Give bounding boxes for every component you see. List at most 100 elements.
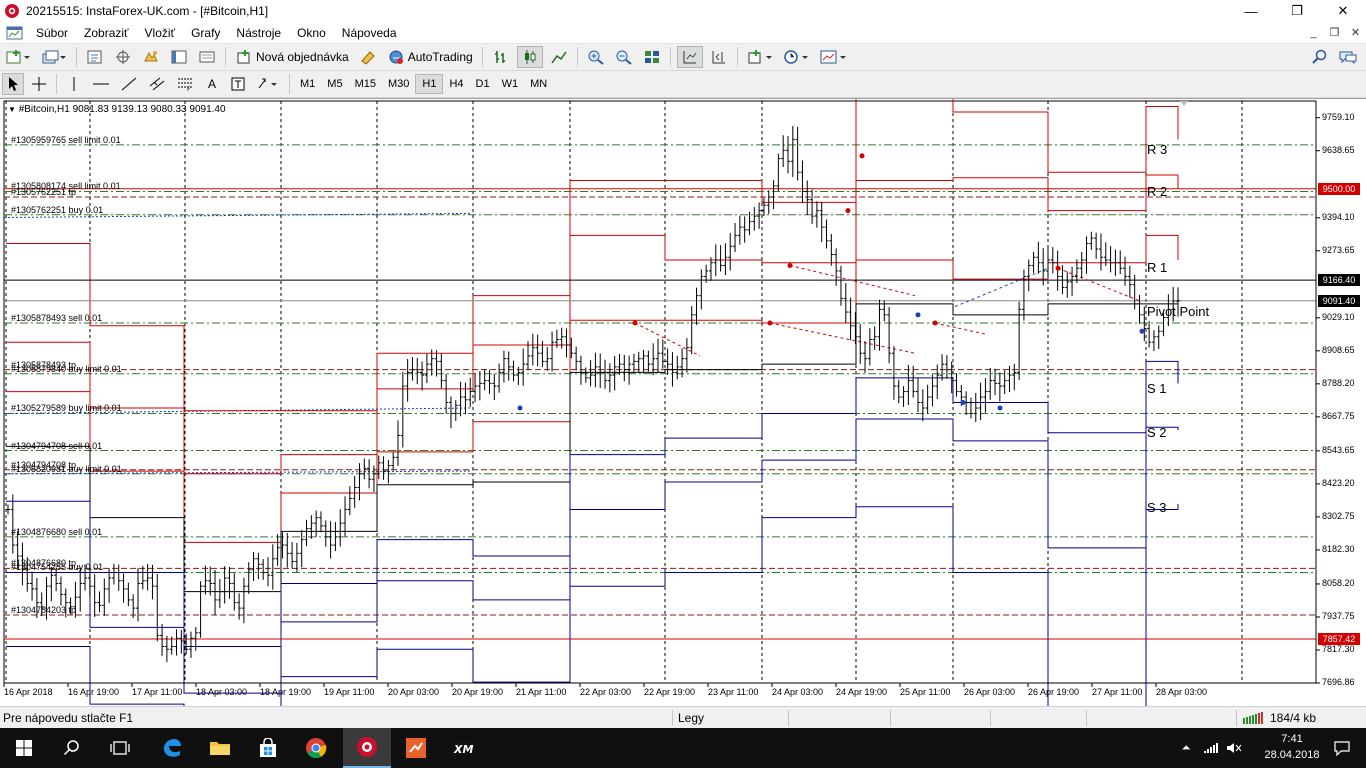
- timeframe-m30[interactable]: M30: [382, 74, 415, 94]
- text-label-tool[interactable]: [227, 73, 249, 95]
- cursor-tool[interactable]: [2, 73, 24, 95]
- timeframe-w1[interactable]: W1: [496, 74, 525, 94]
- instaforex-taskbar-button[interactable]: [343, 728, 391, 768]
- menu-view[interactable]: Zobraziť: [76, 22, 137, 44]
- navigator-button[interactable]: [139, 46, 163, 68]
- search-taskbar-button[interactable]: [48, 728, 96, 768]
- equidistant-channel-tool[interactable]: [145, 73, 169, 95]
- chart-window-icon[interactable]: [6, 25, 24, 41]
- x-tick-label-15: 26 Apr 03:00: [964, 687, 1016, 697]
- candlestick-button[interactable]: [516, 46, 543, 68]
- chart-info-line: ▼ #Bitcoin,H1 9081.83 9139.13 9080.33 90…: [8, 104, 226, 115]
- profiles-button[interactable]: [38, 46, 70, 68]
- timeframe-h4[interactable]: H4: [443, 74, 469, 94]
- new-order-button[interactable]: Nová objednávka: [232, 46, 352, 68]
- taskbar-clock[interactable]: 7:41 28.04.2018: [1262, 731, 1322, 763]
- auto-scroll-button[interactable]: [676, 46, 703, 68]
- fibonacci-tool[interactable]: F: [173, 73, 197, 95]
- order-label-6[interactable]: #1305879840 buy limit 0.01: [11, 364, 122, 374]
- chat-button[interactable]: [1336, 46, 1360, 68]
- order-label-7[interactable]: #1305279589 buy limit 0.01: [11, 403, 122, 413]
- line-chart-icon: [551, 51, 567, 64]
- bar-chart-button[interactable]: [489, 46, 513, 68]
- timeframe-m5[interactable]: M5: [321, 74, 348, 94]
- zoom-out-icon: [616, 50, 632, 65]
- menu-file[interactable]: Súbor: [28, 22, 76, 44]
- child-minimize-button[interactable]: _: [1303, 22, 1324, 44]
- market-watch-button[interactable]: [83, 46, 107, 68]
- menu-insert[interactable]: Vložiť: [137, 22, 184, 44]
- chart-shift-button[interactable]: [707, 46, 731, 68]
- search-button[interactable]: [1308, 46, 1332, 68]
- minimize-button[interactable]: —: [1228, 0, 1274, 22]
- chrome-taskbar-button[interactable]: [292, 728, 340, 768]
- y-tick-label-3: 9273.65: [1322, 244, 1355, 255]
- close-button[interactable]: ✕: [1320, 0, 1366, 22]
- tray-show-hidden-icon[interactable]: ⏶: [1176, 728, 1196, 768]
- timeframe-d1[interactable]: D1: [470, 74, 496, 94]
- meta-editor-button[interactable]: [356, 46, 380, 68]
- chart-collapse-icon[interactable]: ▼: [8, 105, 16, 114]
- arrows-tool[interactable]: [253, 73, 283, 95]
- y-tick-label-7: 8667.75: [1322, 410, 1355, 421]
- terminal-button[interactable]: [167, 46, 191, 68]
- text-tool[interactable]: A: [201, 73, 223, 95]
- menu-tools[interactable]: Nástroje: [228, 22, 289, 44]
- order-label-0[interactable]: #1305959765 sell limit 0.01: [11, 135, 121, 145]
- order-label-4[interactable]: #1305878493 sell 0.01: [11, 313, 102, 323]
- vertical-line-icon: [73, 77, 75, 91]
- new-chart-button[interactable]: [2, 46, 34, 68]
- crosshair-tool[interactable]: [28, 73, 50, 95]
- trendline-tool[interactable]: [117, 73, 141, 95]
- timeframe-m15[interactable]: M15: [349, 74, 382, 94]
- file-explorer-taskbar-button[interactable]: [196, 728, 244, 768]
- menu-help[interactable]: Nápoveda: [334, 22, 405, 44]
- timeframe-h1[interactable]: H1: [415, 74, 444, 94]
- maximize-button[interactable]: ❐: [1274, 0, 1320, 22]
- child-restore-button[interactable]: ❐: [1324, 22, 1345, 44]
- templates-button[interactable]: [816, 46, 850, 68]
- order-label-3[interactable]: #1305762251 buy 0.01: [11, 205, 103, 215]
- store-taskbar-button[interactable]: [244, 728, 292, 768]
- line-chart-button[interactable]: [547, 46, 571, 68]
- tile-windows-button[interactable]: [640, 46, 664, 68]
- timeframe-m1[interactable]: M1: [294, 74, 321, 94]
- start-button[interactable]: [0, 728, 48, 768]
- action-center-button[interactable]: [1322, 728, 1362, 768]
- xm-taskbar-button[interactable]: XM: [440, 728, 488, 768]
- edge-taskbar-button[interactable]: [148, 728, 196, 768]
- horizontal-line-tool[interactable]: [89, 73, 113, 95]
- indicators-button[interactable]: [744, 46, 776, 68]
- x-tick-label-14: 25 Apr 11:00: [900, 687, 951, 697]
- data-window-button[interactable]: [111, 46, 135, 68]
- child-close-button[interactable]: ✕: [1345, 22, 1366, 44]
- network-icon[interactable]: [1198, 728, 1222, 768]
- periods-button[interactable]: [780, 46, 812, 68]
- order-label-8[interactable]: #1304794708 sell 0.01: [11, 441, 102, 451]
- order-label-2[interactable]: #1305762251 tp: [11, 187, 76, 197]
- menu-window[interactable]: Okno: [289, 22, 334, 44]
- window-title: 20215515: InstaForex-UK.com - [#Bitcoin,…: [26, 4, 269, 18]
- auto-scroll-icon: [683, 51, 697, 64]
- y-tick-label-0: 9759.10: [1322, 111, 1355, 122]
- order-label-11[interactable]: #1304876680 sell 0.01: [11, 527, 102, 537]
- trade-marker-1: [767, 320, 773, 326]
- svg-text:F: F: [187, 86, 191, 92]
- order-label-13[interactable]: #1304754255 buy 0.01: [11, 562, 103, 572]
- notification-icon: [1334, 741, 1350, 756]
- task-view-icon: [110, 741, 130, 755]
- zoom-out-button[interactable]: [612, 46, 636, 68]
- vertical-line-tool[interactable]: [63, 73, 85, 95]
- trade-marker-10: [1055, 265, 1061, 271]
- menu-charts[interactable]: Grafy: [183, 22, 228, 44]
- strategy-tester-button[interactable]: [195, 46, 219, 68]
- trading-app-taskbar-button[interactable]: [392, 728, 440, 768]
- autotrading-button[interactable]: AutoTrading: [384, 46, 476, 68]
- order-label-10[interactable]: #1305820981 buy limit 0.01: [11, 464, 122, 474]
- chart-window[interactable]: ▼ #Bitcoin,H1 9081.83 9139.13 9080.33 90…: [0, 98, 1366, 706]
- task-view-button[interactable]: [96, 728, 144, 768]
- order-label-14[interactable]: #1304754203 tp: [11, 605, 76, 615]
- volume-icon[interactable]: [1222, 728, 1246, 768]
- timeframe-mn[interactable]: MN: [524, 74, 553, 94]
- zoom-in-button[interactable]: [584, 46, 608, 68]
